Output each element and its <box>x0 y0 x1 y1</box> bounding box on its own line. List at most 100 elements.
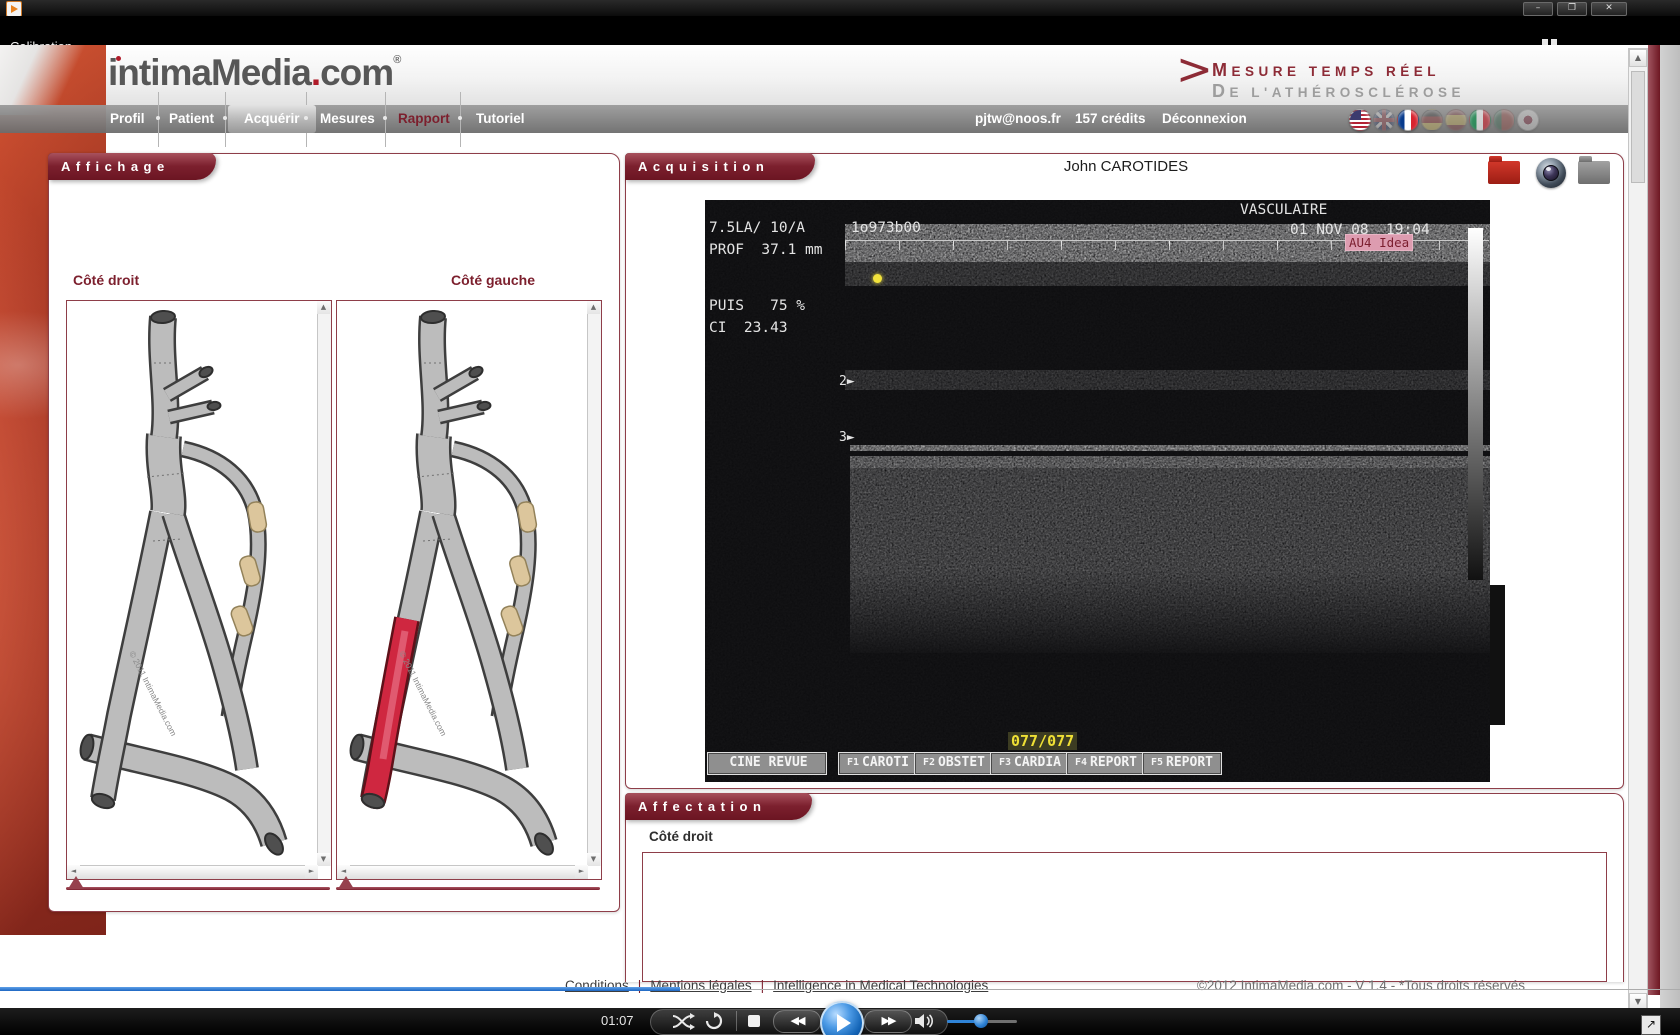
video-progress-remaining[interactable] <box>680 989 1680 990</box>
diagram-box-right-side: © 2011 IntimaMedia.com ▲▼ ◄► <box>66 300 332 880</box>
page-scrollbar-thumb[interactable] <box>1631 71 1645 183</box>
label-cote-gauche: Côté gauche <box>451 272 535 288</box>
nav-item-acquerir[interactable]: Acquérir <box>228 105 316 133</box>
nav-item-patient[interactable]: Patient <box>169 111 214 126</box>
us-side-tab <box>1490 585 1505 725</box>
nav-bullet <box>304 116 308 120</box>
window-close-button[interactable]: ✕ <box>1591 2 1627 16</box>
right-gray-strip <box>1660 45 1680 1008</box>
window-restore-button[interactable]: ❐ <box>1557 2 1587 16</box>
us-button-label: REPORT <box>1090 755 1137 770</box>
language-flag-us[interactable] <box>1349 109 1371 131</box>
nav-bullet <box>383 116 387 120</box>
volume-icon[interactable] <box>914 1013 934 1029</box>
us-probe: 7.5LA/ 10/A <box>709 220 805 236</box>
label-cote-droit: Côté droit <box>73 272 139 288</box>
user-email: pjtw@noos.fr <box>975 111 1061 126</box>
logo-i-dot <box>116 56 121 61</box>
elapsed-time: 01:07 <box>601 1013 634 1028</box>
media-player-app-icon <box>6 1 22 17</box>
us-marker-dot <box>873 274 882 283</box>
language-flag-it[interactable] <box>1469 109 1491 131</box>
diagram-vscrollbar[interactable]: ▲▼ <box>317 301 331 866</box>
affichage-tab: Affichage <box>48 153 216 180</box>
diagram-box-left-side: © 2011 IntimaMedia.com ▲▼ ◄► <box>336 300 602 880</box>
diagram-vscrollbar[interactable]: ▲▼ <box>587 301 601 866</box>
nav-item-mesures[interactable]: Mesures <box>320 111 375 126</box>
affichage-panel: Affichage Côté droit Côté gauche <box>48 153 620 912</box>
language-flag-fr[interactable] <box>1397 109 1419 131</box>
zoom-slider-thumb-left[interactable] <box>338 876 354 889</box>
diagram-hscrollbar[interactable]: ◄► <box>67 865 318 879</box>
us-button-caroti[interactable]: F1CAROTI <box>838 752 918 775</box>
fkey-label: F2 <box>923 757 935 768</box>
us-button-label: CARDIA <box>1014 755 1061 770</box>
us-button-label: OBSTET <box>938 755 985 770</box>
open-folder-icon[interactable] <box>1578 161 1610 184</box>
footer-separator: | <box>761 978 765 993</box>
us-frame-counter: 077/077 <box>1008 732 1077 750</box>
rewind-button[interactable]: ◀◀ <box>773 1010 821 1033</box>
zoom-slider-track-left[interactable] <box>336 887 600 890</box>
language-flag-gb[interactable] <box>1373 109 1395 131</box>
us-button-obstet[interactable]: F2OBSTET <box>914 752 994 775</box>
nav-bullet <box>458 116 462 120</box>
nav-bullet <box>223 116 227 120</box>
credits-badge: 157 crédits <box>1075 111 1146 126</box>
language-flag-es[interactable] <box>1445 109 1467 131</box>
logo-registered-mark: ® <box>393 54 401 66</box>
video-progress-bar[interactable] <box>0 987 680 991</box>
window-titlebar: – ❐ ✕ <box>0 0 1680 16</box>
scroll-up-arrow[interactable]: ▲ <box>1629 49 1647 67</box>
repeat-icon[interactable] <box>705 1012 723 1030</box>
page-scrollbar[interactable]: ▲ ▼ <box>1628 48 1648 1012</box>
carotid-diagram-left[interactable]: © 2011 IntimaMedia.com <box>337 301 587 865</box>
shuffle-icon[interactable] <box>671 1013 695 1030</box>
us-button-report-f4[interactable]: F4REPORT <box>1066 752 1146 775</box>
us-button-cardia[interactable]: F3CARDIA <box>990 752 1070 775</box>
tagline-secondary: DE L'ATHÉROSCLÉROSE <box>1212 81 1465 102</box>
us-tag-chip: AU4 Idea <box>1345 234 1413 251</box>
nav-bullet <box>156 116 160 120</box>
us-button-label: CAROTI <box>862 755 909 770</box>
us-grayscale-bar <box>1468 228 1483 580</box>
fkey-label: F3 <box>999 757 1011 768</box>
zoom-slider-track-right[interactable] <box>66 887 330 890</box>
nav-item-tutoriel[interactable]: Tutoriel <box>476 111 525 126</box>
diagram-hscrollbar[interactable]: ◄► <box>337 865 588 879</box>
us-marker-3: 3► <box>839 430 855 445</box>
language-flag-jp[interactable] <box>1517 109 1539 131</box>
language-flag-de[interactable] <box>1421 109 1443 131</box>
language-flag-pt[interactable] <box>1493 109 1515 131</box>
fkey-label: F4 <box>1075 757 1087 768</box>
tagline-chevron-icon: > <box>1176 44 1213 95</box>
us-ci-value: CI 23.43 <box>709 320 788 336</box>
save-folder-icon[interactable] <box>1488 161 1520 184</box>
tagline-primary: MESURE TEMPS RÉEL <box>1212 60 1440 81</box>
nav-item-rapport[interactable]: Rapport <box>398 111 450 126</box>
us-power: PUIS 75 % <box>709 298 805 314</box>
logo-tld: com <box>320 52 393 93</box>
window-minimize-button[interactable]: – <box>1523 2 1553 16</box>
tagline: MESURE TEMPS RÉEL DE L'ATHÉROSCLÉROSE <box>1212 60 1680 102</box>
right-accent-strip <box>1648 45 1660 995</box>
camera-capture-icon[interactable] <box>1536 158 1566 188</box>
stop-button[interactable] <box>748 1015 760 1027</box>
us-button-cine-revue[interactable]: CINE REVUE <box>707 752 827 775</box>
logout-link[interactable]: Déconnexion <box>1162 111 1247 126</box>
nav-item-profil[interactable]: Profil <box>110 111 145 126</box>
patient-name: John CAROTIDES <box>1001 158 1251 175</box>
acquisition-tab: Acquisition <box>625 153 815 180</box>
link-intelligence-medical[interactable]: Intelligence in Medical Technologies <box>773 978 988 993</box>
ultrasound-image[interactable]: VASCULAIRE 01 NOV 08 19:04 7.5LA/ 10/A P… <box>705 200 1490 782</box>
affectation-textarea[interactable] <box>642 852 1607 982</box>
fast-forward-button[interactable]: ▶▶ <box>864 1010 912 1033</box>
play-button[interactable] <box>820 1001 864 1035</box>
volume-slider-knob[interactable] <box>974 1014 988 1028</box>
fullscreen-button[interactable]: ↗ <box>1641 1015 1661 1035</box>
affectation-panel: Affectation Côté droit <box>625 793 1624 982</box>
zoom-slider-thumb-right[interactable] <box>68 876 84 889</box>
us-button-report-f5[interactable]: F5REPORT <box>1142 752 1222 775</box>
us-exam-id: 1o973b00 <box>851 220 921 236</box>
carotid-diagram-right[interactable]: © 2011 IntimaMedia.com <box>67 301 317 865</box>
